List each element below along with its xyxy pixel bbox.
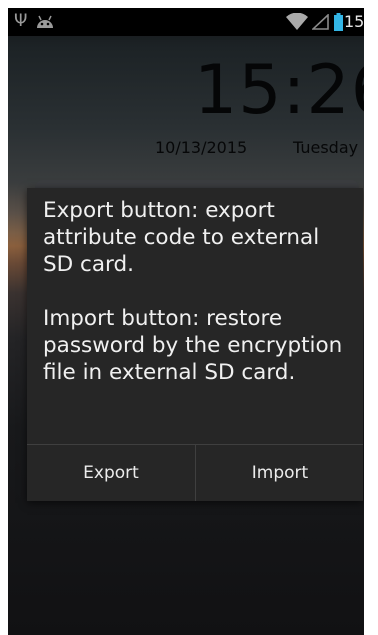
export-button[interactable]: Export (27, 445, 195, 501)
status-bar-time: 15:26 (344, 12, 364, 31)
dialog-message-import: Import button: restore password by the e… (43, 306, 343, 385)
import-button[interactable]: Import (196, 445, 364, 501)
export-import-dialog: Export button: export attribute code to … (27, 188, 363, 501)
dialog-message-export: Export button: export attribute code to … (43, 198, 320, 277)
lockscreen-day: Tuesday (293, 138, 359, 157)
phone-screen: Ψ 15:26 15:26 (8, 8, 364, 635)
lockscreen-date: 10/13/2015 (155, 138, 248, 157)
usb-icon: Ψ (14, 11, 28, 31)
android-debug-icon (36, 14, 54, 33)
wifi-icon (286, 12, 308, 34)
status-bar: Ψ 15:26 (8, 8, 364, 36)
battery-icon (334, 13, 343, 35)
dialog-message: Export button: export attribute code to … (43, 197, 355, 386)
signal-icon (310, 13, 329, 34)
lockscreen-clock: 15:26 (194, 51, 364, 130)
